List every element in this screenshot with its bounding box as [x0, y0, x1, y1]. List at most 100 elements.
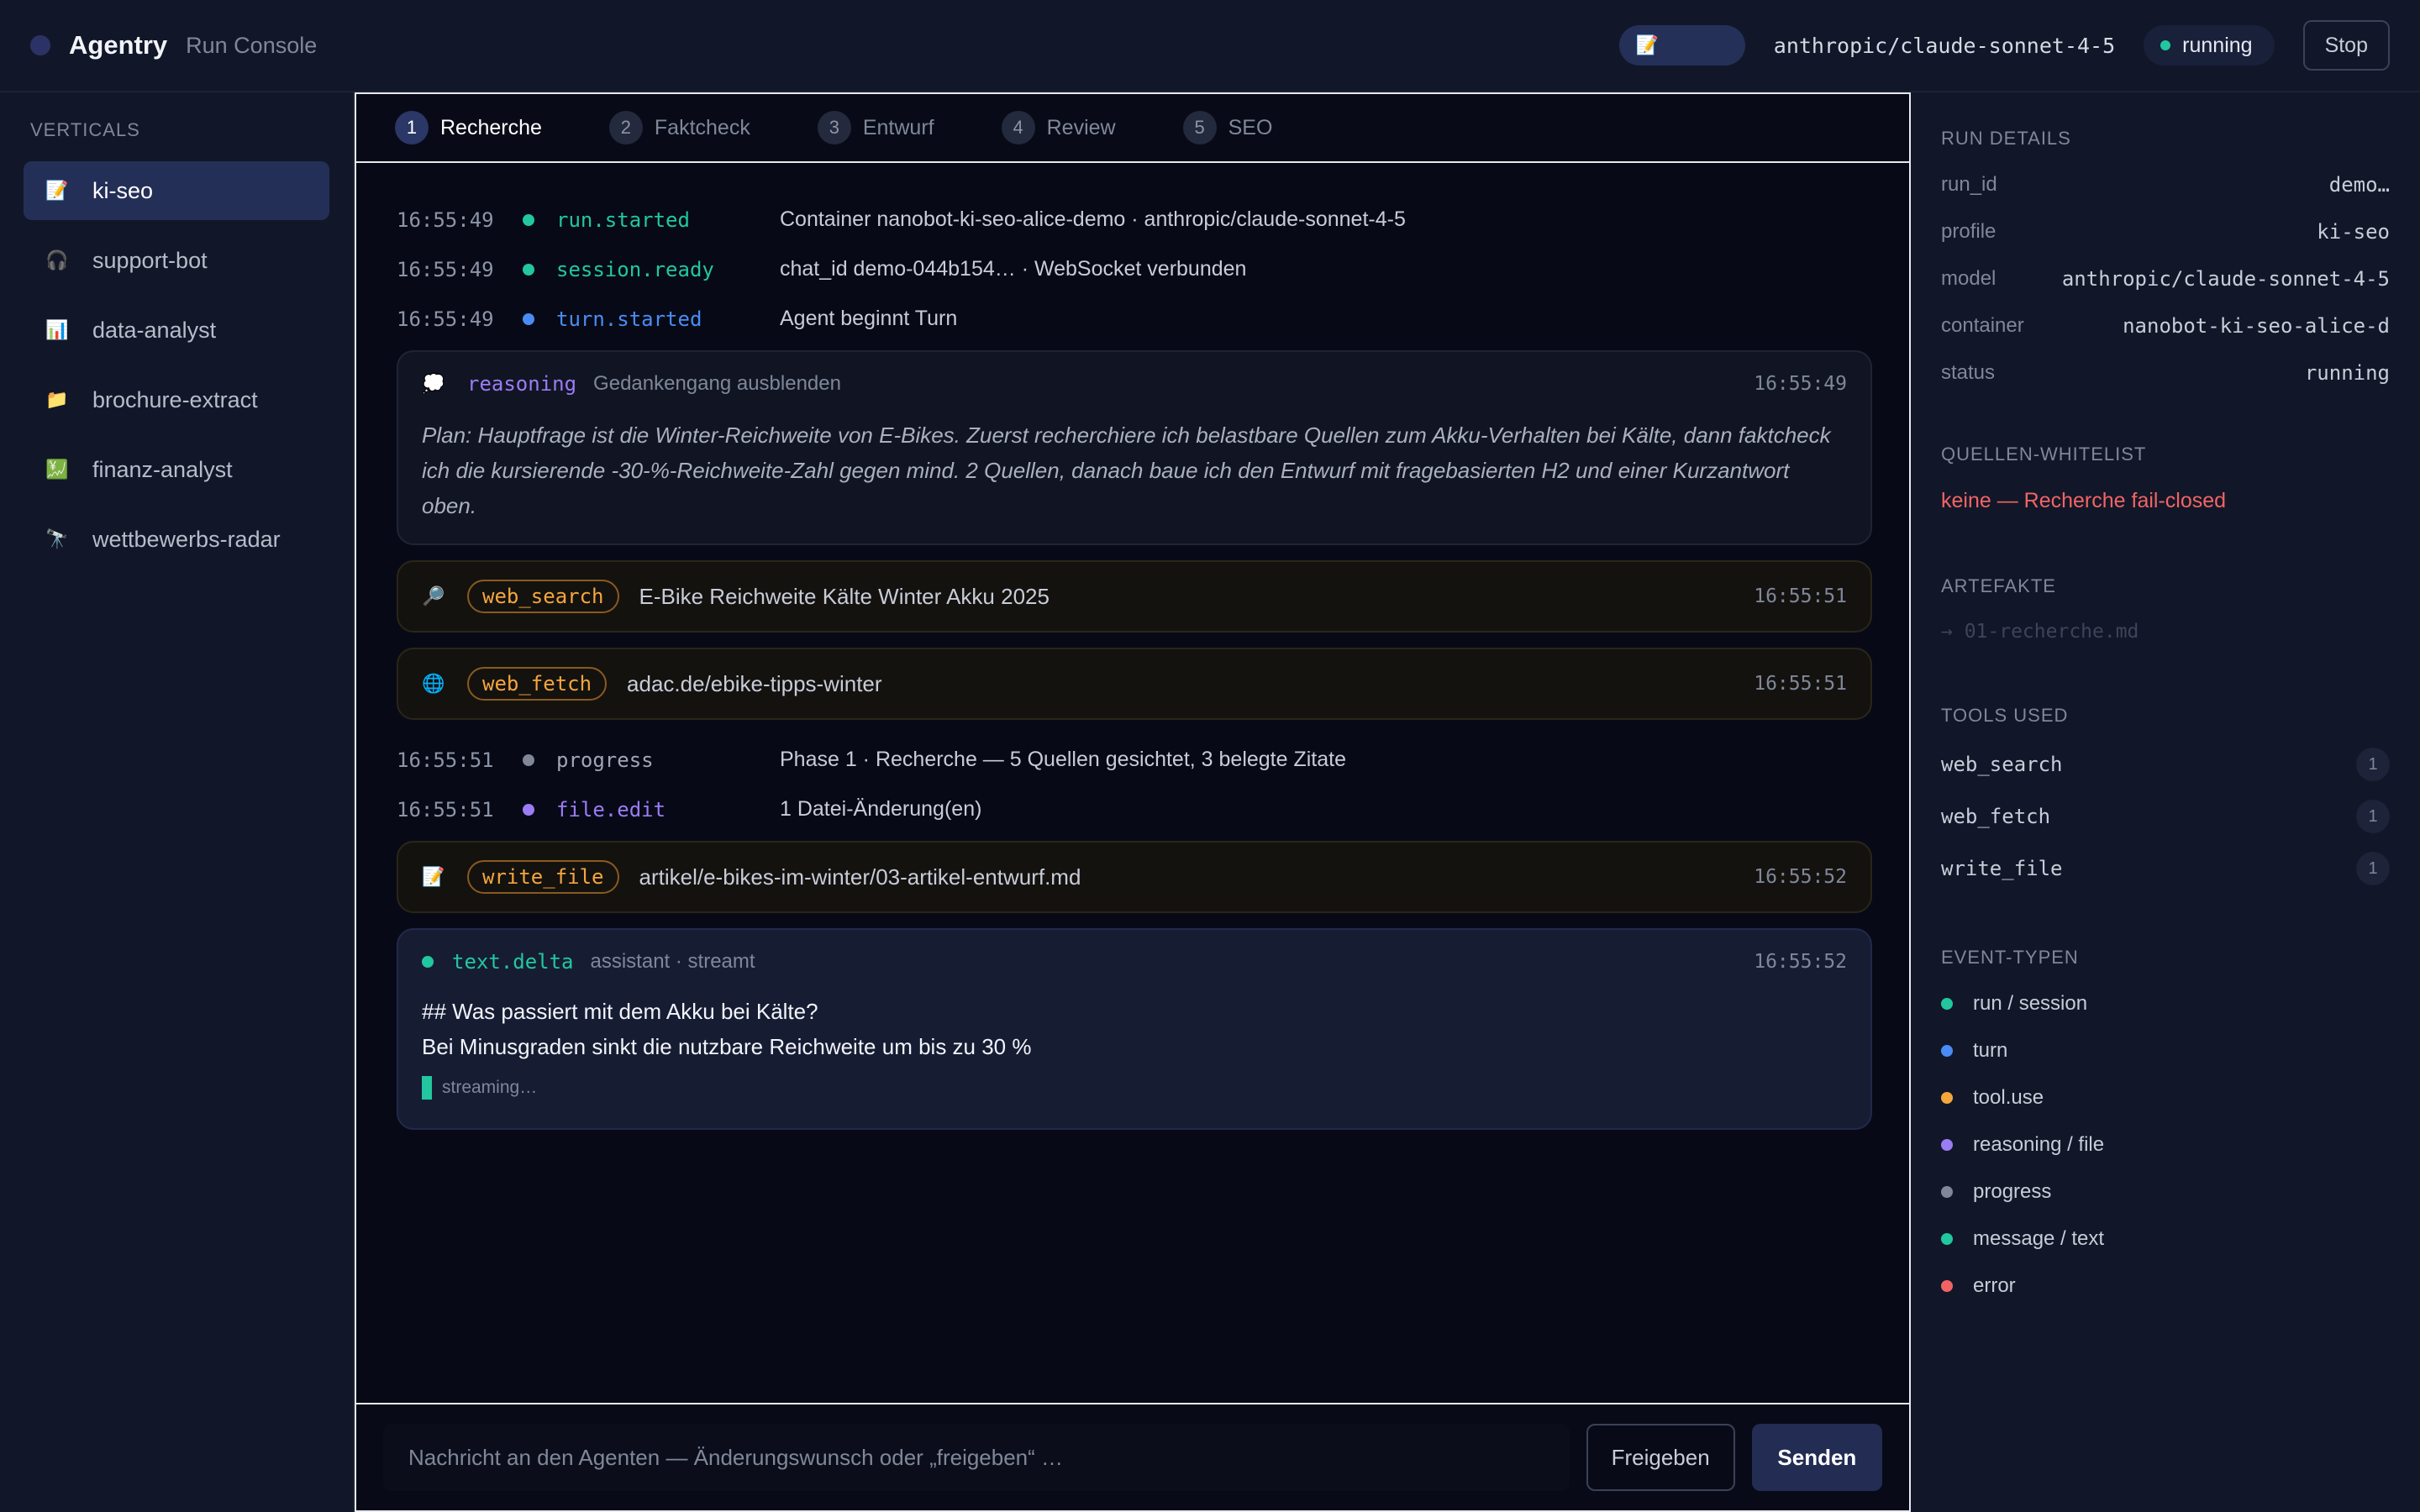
cursor-icon	[422, 1076, 432, 1100]
legend-label: reasoning / file	[1973, 1133, 2105, 1156]
tool-used-row: web_search 1	[1941, 738, 2390, 790]
detail-key: status	[1941, 361, 1996, 384]
brand-subtitle: Run Console	[186, 32, 318, 58]
status-dot-icon	[2160, 40, 2171, 50]
event-dot-icon	[523, 263, 534, 276]
whitelist-title: QUELLEN-WHITELIST	[1941, 444, 2147, 465]
vertical-selector[interactable]: 📝	[1618, 25, 1745, 66]
detail-row: model anthropic/claude-sonnet-4-5	[1941, 267, 2390, 314]
tab-review[interactable]: 4 Review	[1001, 111, 1116, 144]
tool-message: adac.de/ebike-tipps-winter	[627, 670, 882, 696]
header-right: 📝 anthropic/claude-sonnet-4-5 running St…	[1618, 20, 2390, 71]
legend-row: turn	[1941, 1027, 2390, 1074]
sidebar-item-label: ki-seo	[92, 177, 154, 203]
magnifier-icon: 🔎	[422, 585, 445, 606]
detail-value: anthropic/claude-sonnet-4-5	[2061, 267, 2390, 291]
legend-row: error	[1941, 1263, 2390, 1310]
legend-label: run / session	[1973, 992, 2088, 1015]
artifact-link[interactable]: → 01-recherche.md	[1941, 621, 2390, 643]
tool-name: write_file	[1941, 857, 2063, 880]
event-time: 16:55:52	[1754, 951, 1847, 973]
tool-call-card[interactable]: 🌐 web_fetch adac.de/ebike-tipps-winter 1…	[397, 648, 1872, 720]
event-message: Container nanobot-ki-seo-alice-demo · an…	[780, 207, 1406, 231]
tool-count: 1	[2356, 748, 2390, 781]
sidebar-item-support-bot[interactable]: 🎧 support-bot	[24, 231, 329, 290]
legend-dot-icon	[1941, 1186, 1953, 1198]
tab-label: Recherche	[440, 115, 542, 139]
event-row: 16:55:49 turn.started Agent beginnt Turn	[397, 294, 1872, 344]
reasoning-text: Plan: Hauptfrage ist die Winter-Reichwei…	[422, 423, 1831, 518]
sidebar-item-data-analyst[interactable]: 📊 data-analyst	[24, 301, 329, 360]
tool-badge: write_file	[467, 860, 619, 894]
tab-recherche[interactable]: 1 Recherche	[395, 111, 542, 144]
legend-row: tool.use	[1941, 1074, 2390, 1121]
reasoning-type: reasoning	[467, 372, 577, 396]
legend-label: error	[1973, 1274, 2016, 1297]
tool-count: 1	[2356, 852, 2390, 885]
delta-line: Bei Minusgraden sinkt die nutzbare Reich…	[422, 1034, 1032, 1059]
detail-value: ki-seo	[2317, 220, 2390, 244]
tab-entwurf[interactable]: 3 Entwurf	[817, 111, 934, 144]
sidebar-item-label: data-analyst	[92, 317, 217, 343]
event-time: 16:55:51	[397, 797, 494, 822]
approve-button[interactable]: Freigeben	[1586, 1424, 1735, 1491]
legend-dot-icon	[1941, 1139, 1953, 1151]
sidebar-item-label: support-bot	[92, 247, 208, 273]
stop-button[interactable]: Stop	[2302, 20, 2390, 71]
globe-icon: 🌐	[422, 673, 445, 694]
sidebar-item-finanz-analyst[interactable]: 💹 finanz-analyst	[24, 440, 329, 499]
detail-key: profile	[1941, 220, 1996, 243]
event-dot-icon	[523, 213, 534, 226]
telescope-icon: 🔭	[45, 528, 69, 549]
event-types-title: EVENT-TYPEN	[1941, 947, 2079, 968]
send-button[interactable]: Senden	[1751, 1424, 1882, 1491]
message-input[interactable]	[383, 1424, 1570, 1491]
detail-value: nanobot-ki-seo-alice-d	[2123, 314, 2390, 338]
tool-name: web_fetch	[1941, 805, 2051, 828]
tab-seo[interactable]: 5 SEO	[1182, 111, 1272, 144]
tab-number: 3	[817, 111, 851, 144]
legend-label: progress	[1973, 1180, 2052, 1203]
memo-icon: 📝	[45, 180, 69, 201]
event-time: 16:55:49	[1754, 373, 1847, 395]
sidebar-item-wettbewerbs-radar[interactable]: 🔭 wettbewerbs-radar	[24, 510, 329, 569]
tool-message: artikel/e-bikes-im-winter/03-artikel-ent…	[639, 864, 1081, 890]
delta-text: ## Was passiert mit dem Akku bei Kälte? …	[422, 994, 1847, 1064]
reasoning-toggle[interactable]: Gedankengang ausblenden	[593, 372, 841, 396]
tab-faktcheck[interactable]: 2 Faktcheck	[608, 111, 750, 144]
tool-call-card[interactable]: 🔎 web_search E-Bike Reichweite Kälte Win…	[397, 560, 1872, 633]
sidebar-item-brochure-extract[interactable]: 📁 brochure-extract	[24, 370, 329, 429]
tools-used-title: TOOLS USED	[1941, 705, 2069, 726]
event-type: progress	[556, 748, 654, 772]
detail-key: model	[1941, 267, 1996, 290]
text-delta-card: text.delta assistant · streamt 16:55:52 …	[397, 928, 1872, 1130]
event-time: 16:55:49	[397, 257, 494, 281]
legend-dot-icon	[1941, 1045, 1953, 1057]
main-panel: 1 Recherche 2 Faktcheck 3 Entwurf 4 Revi…	[355, 92, 1911, 1512]
model-name: anthropic/claude-sonnet-4-5	[1773, 33, 2116, 58]
sidebar: VERTICALS 📝 ki-seo 🎧 support-bot 📊 data-…	[0, 92, 355, 1512]
sidebar-item-ki-seo[interactable]: 📝 ki-seo	[24, 161, 329, 220]
event-row: 16:55:51 progress Phase 1 · Recherche — …	[397, 735, 1872, 785]
tool-badge: web_fetch	[467, 667, 608, 701]
event-row: 16:55:49 run.started Container nanobot-k…	[397, 195, 1872, 244]
event-message: chat_id demo-044b154… · WebSocket verbun…	[780, 257, 1247, 281]
tool-used-row: web_fetch 1	[1941, 790, 2390, 843]
reasoning-header: 💭 reasoning Gedankengang ausblenden 16:5…	[422, 367, 1847, 401]
sidebar-item-label: wettbewerbs-radar	[92, 526, 281, 552]
status-badge: running	[2144, 25, 2275, 66]
chart-icon: 💹	[45, 459, 69, 480]
detail-row: status running	[1941, 361, 2390, 408]
tool-call-card[interactable]: 📝 write_file artikel/e-bikes-im-winter/0…	[397, 841, 1872, 913]
logo-dot-icon	[30, 35, 50, 55]
legend-label: turn	[1973, 1039, 2008, 1062]
legend-dot-icon	[1941, 1280, 1953, 1292]
event-type: file.edit	[556, 797, 666, 822]
event-feed[interactable]: 16:55:49 run.started Container nanobot-k…	[397, 195, 1872, 1145]
legend-dot-icon	[1941, 998, 1953, 1010]
detail-key: container	[1941, 314, 2024, 337]
tab-number: 4	[1001, 111, 1035, 144]
tab-number: 1	[395, 111, 429, 144]
tool-message: E-Bike Reichweite Kälte Winter Akku 2025	[639, 583, 1050, 609]
event-message: Agent beginnt Turn	[780, 307, 958, 330]
